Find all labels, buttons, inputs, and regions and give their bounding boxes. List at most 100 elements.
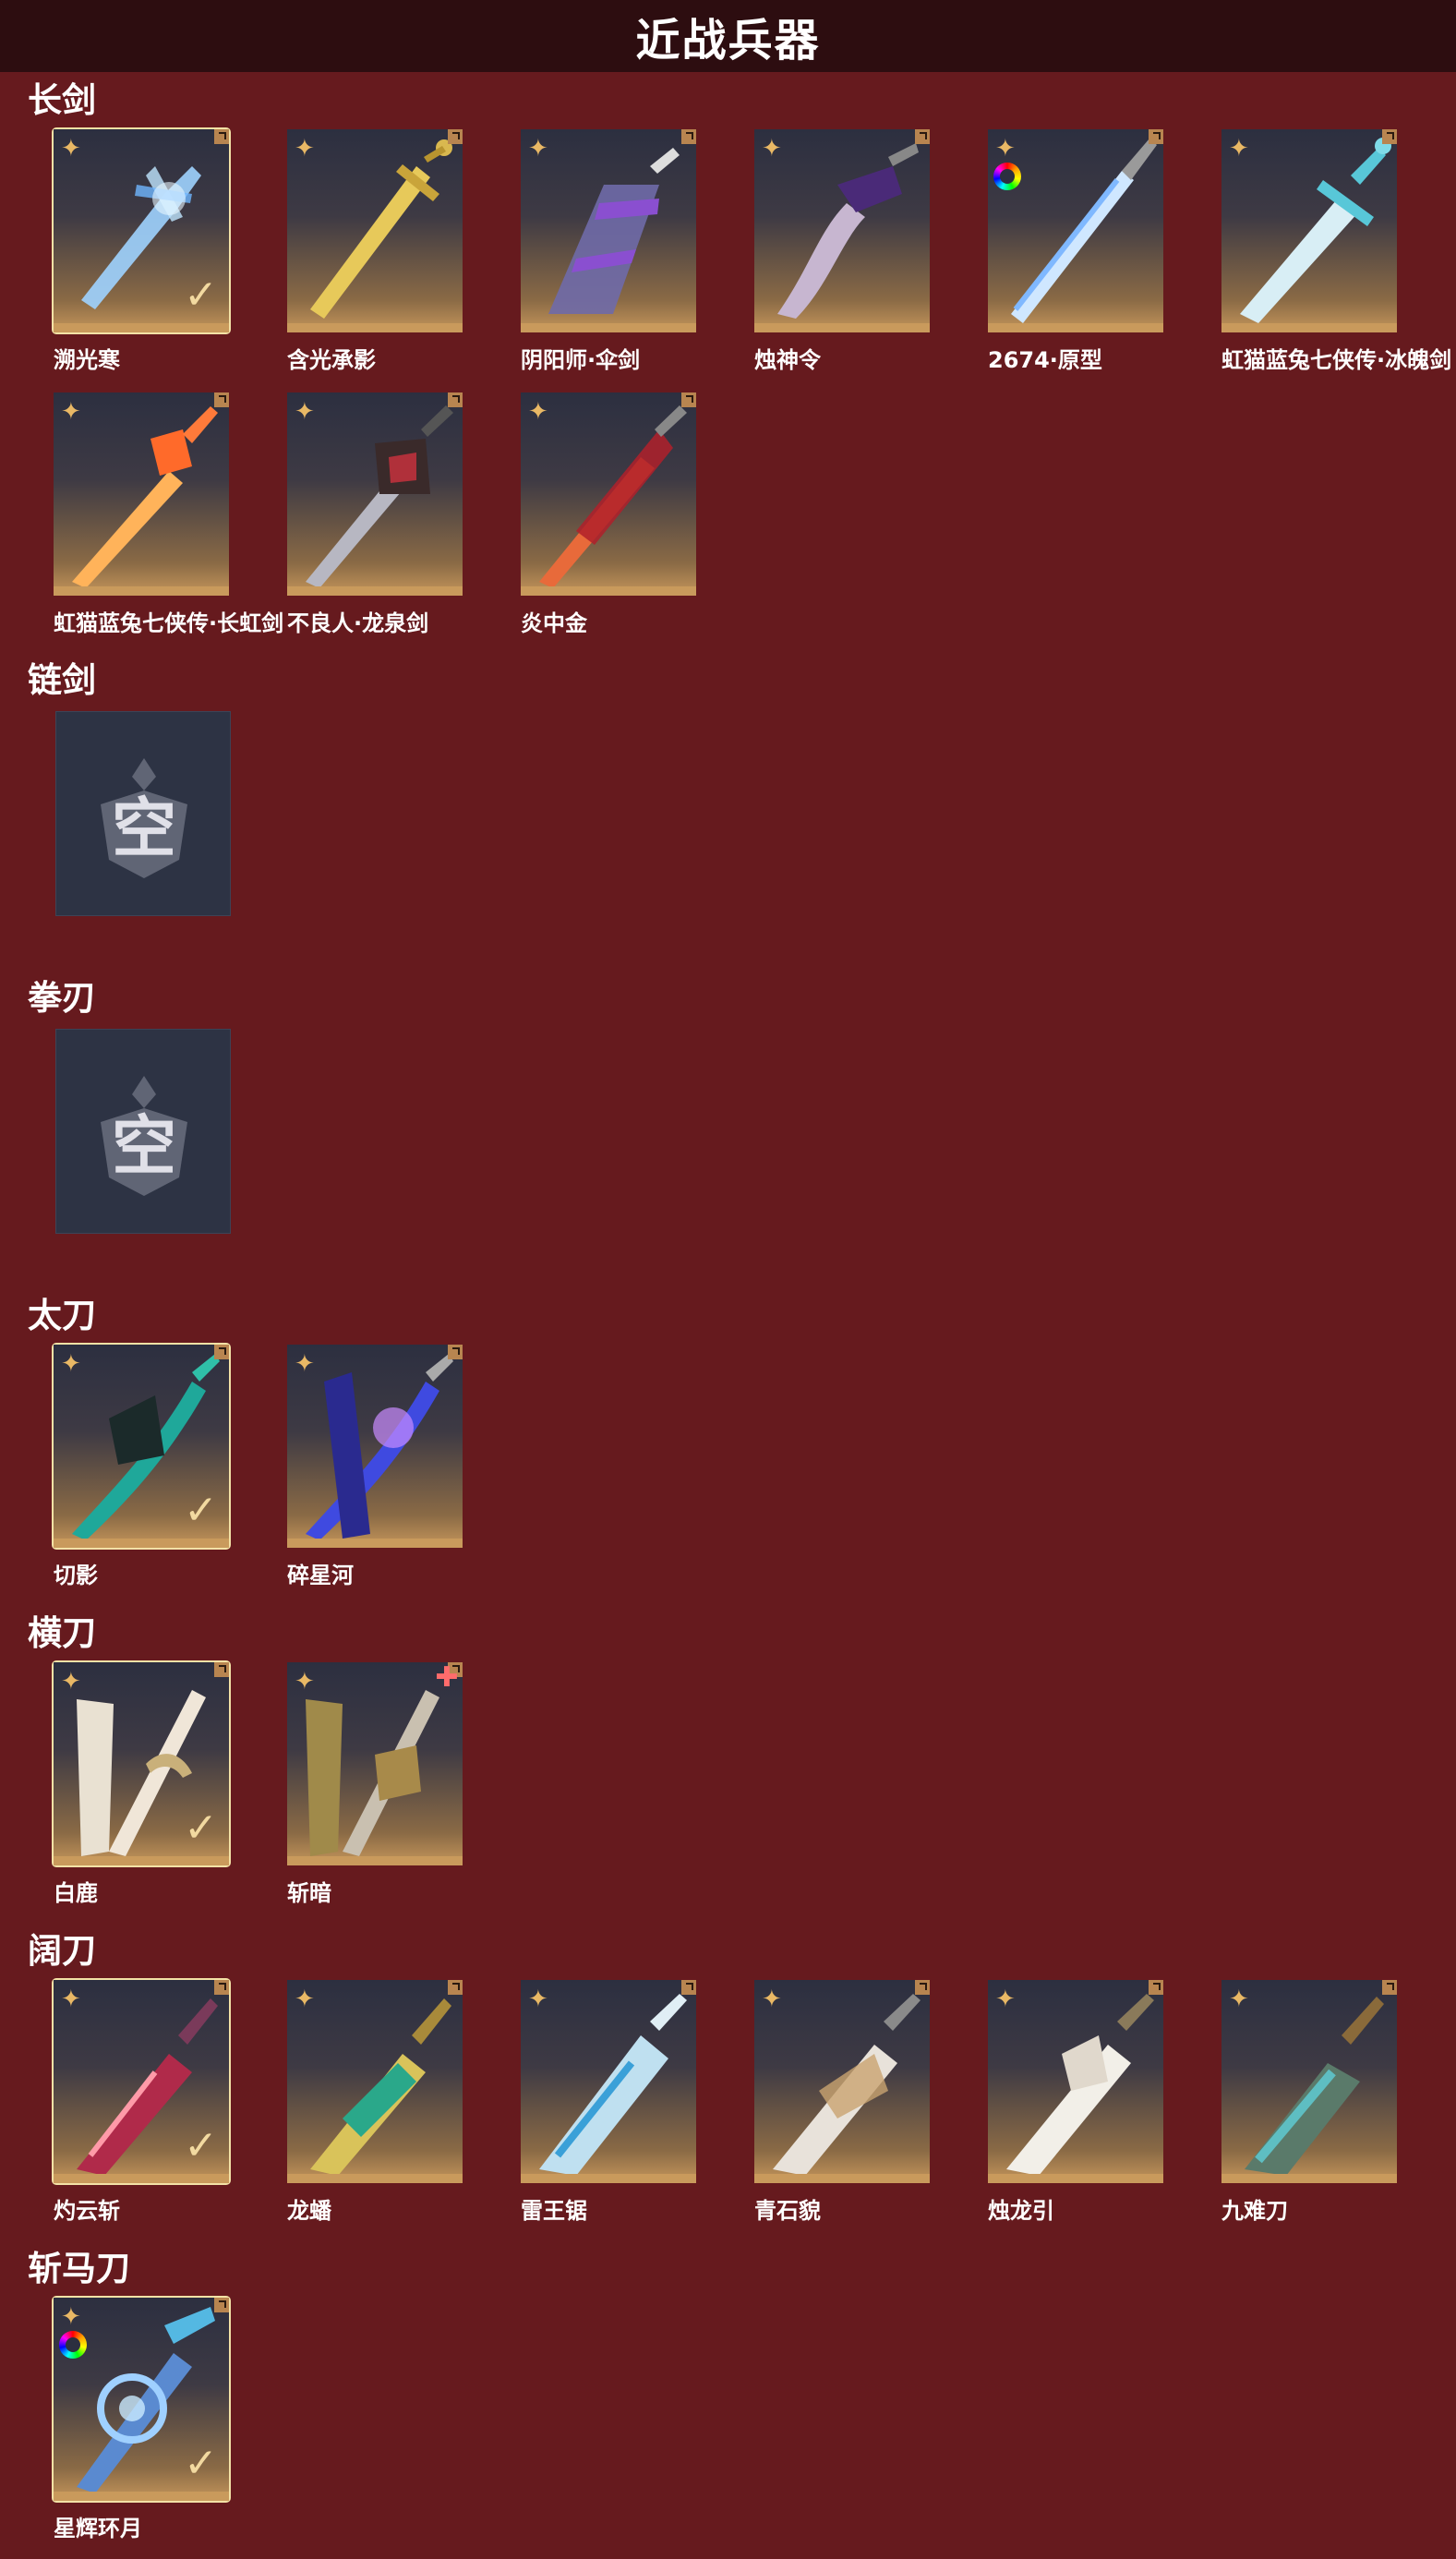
weapon-name: 九难刀 bbox=[1221, 2198, 1288, 2224]
weapon-card-qieying[interactable]: ✦ ✓ 切影 bbox=[52, 1343, 231, 1588]
equipped-check-icon: ✓ bbox=[184, 2440, 218, 2487]
corner-mark-icon bbox=[915, 1980, 930, 1995]
weapon-card-bailu[interactable]: ✦ ✓ 白鹿 bbox=[52, 1660, 231, 1906]
weapon-card-suixinghe[interactable]: ✦ 碎星河 bbox=[287, 1345, 463, 1588]
star-icon: ✦ bbox=[762, 1986, 782, 2013]
corner-mark-icon bbox=[448, 392, 463, 407]
star-icon: ✦ bbox=[295, 1986, 315, 2013]
corner-mark-icon bbox=[448, 1345, 463, 1359]
weapon-name: 烛神令 bbox=[754, 347, 821, 373]
star-icon: ✦ bbox=[61, 1668, 81, 1696]
empty-slot-fist-blade[interactable]: 空 bbox=[55, 1029, 231, 1234]
star-icon: ✦ bbox=[61, 135, 81, 163]
section-title-broad-blade: 阔刀 bbox=[28, 1931, 96, 1971]
star-icon: ✦ bbox=[295, 398, 315, 426]
corner-mark-icon bbox=[214, 392, 229, 407]
weapon-card-zhanan[interactable]: ✦ ✚ 斩暗 bbox=[287, 1661, 463, 1906]
corner-mark-icon bbox=[448, 129, 463, 144]
equipped-check-icon: ✓ bbox=[184, 1805, 218, 1852]
corner-mark-icon bbox=[214, 1345, 229, 1359]
weapon-card-yanzhongjin[interactable]: ✦ 炎中金 bbox=[521, 392, 696, 636]
corner-mark-icon bbox=[214, 129, 229, 144]
corner-mark-icon bbox=[1149, 129, 1163, 144]
star-icon: ✦ bbox=[1229, 1986, 1249, 2013]
weapon-name: 虹猫蓝兔七侠传·冰魄剑 bbox=[1221, 347, 1452, 373]
weapon-name: 灼云斩 bbox=[54, 2198, 120, 2224]
star-icon: ✦ bbox=[61, 1986, 81, 2013]
star-icon: ✦ bbox=[995, 1986, 1016, 2013]
weapon-card-zhushenling[interactable]: ✦ 烛神令 bbox=[754, 129, 930, 373]
page-title: 近战兵器 bbox=[635, 15, 821, 66]
weapon-card-qingshimao[interactable]: ✦ 青石貌 bbox=[754, 1980, 930, 2224]
weapon-card-onmyoji-umbrella[interactable]: ✦ 阴阳师·伞剑 bbox=[521, 129, 696, 373]
weapon-card-suguanghan[interactable]: ✦ ✓ 溯光寒 bbox=[52, 127, 231, 373]
star-icon: ✦ bbox=[61, 398, 81, 426]
weapon-name: 碎星河 bbox=[287, 1563, 354, 1588]
star-icon: ✦ bbox=[1229, 135, 1249, 163]
rainbow-ring-icon bbox=[59, 2331, 87, 2359]
section-title-long-sword: 长剑 bbox=[28, 80, 96, 120]
section-title-horse-blade: 斩马刀 bbox=[28, 2249, 130, 2288]
weapon-name: 烛龙引 bbox=[988, 2198, 1054, 2224]
weapon-name: 白鹿 bbox=[54, 1880, 98, 1906]
star-icon: ✦ bbox=[295, 1668, 315, 1696]
weapon-card-2674[interactable]: ✦ 2674·原型 bbox=[988, 129, 1163, 373]
star-icon: ✦ bbox=[762, 135, 782, 163]
star-icon: ✦ bbox=[528, 1986, 548, 2013]
weapon-card-longpan[interactable]: ✦ 龙蟠 bbox=[287, 1980, 463, 2224]
weapon-name: 阴阳师·伞剑 bbox=[521, 347, 641, 373]
corner-mark-icon bbox=[214, 2298, 229, 2312]
weapon-card-changhongjian[interactable]: ✦ 虹猫蓝兔七侠传·长虹剑 bbox=[54, 392, 283, 636]
weapon-name: 不良人·龙泉剑 bbox=[287, 610, 429, 636]
weapon-card-jiunandao[interactable]: ✦ 九难刀 bbox=[1221, 1980, 1397, 2224]
corner-mark-icon bbox=[1382, 1980, 1397, 1995]
corner-mark-icon bbox=[214, 1980, 229, 1995]
red-plus-icon: ✚ bbox=[435, 1661, 459, 1694]
equipped-check-icon: ✓ bbox=[184, 2122, 218, 2169]
equipped-check-icon: ✓ bbox=[184, 272, 218, 319]
empty-label: 空 bbox=[112, 791, 176, 866]
section-title-fist-blade: 拳刃 bbox=[28, 978, 96, 1018]
corner-mark-icon bbox=[214, 1662, 229, 1677]
weapon-name: 切影 bbox=[54, 1563, 98, 1588]
weapon-name: 2674·原型 bbox=[988, 347, 1102, 373]
section-title-horizontal-blade: 横刀 bbox=[28, 1613, 96, 1653]
section-title-chain-sword: 链剑 bbox=[28, 660, 96, 700]
corner-mark-icon bbox=[681, 129, 696, 144]
corner-mark-icon bbox=[448, 1980, 463, 1995]
star-icon: ✦ bbox=[528, 135, 548, 163]
weapon-card-zhulongyin[interactable]: ✦ 烛龙引 bbox=[988, 1980, 1163, 2224]
star-icon: ✦ bbox=[61, 1350, 81, 1378]
weapon-card-xinghuihuanyue[interactable]: ✦ ✓ 星辉环月 bbox=[52, 2296, 231, 2541]
weapon-card-leiwangju[interactable]: ✦ 雷王锯 bbox=[521, 1980, 696, 2224]
weapon-name: 虹猫蓝兔七侠传·长虹剑 bbox=[54, 610, 284, 636]
star-icon: ✦ bbox=[295, 135, 315, 163]
corner-mark-icon bbox=[915, 129, 930, 144]
corner-mark-icon bbox=[681, 1980, 696, 1995]
weapon-name: 雷王锯 bbox=[521, 2198, 587, 2224]
star-icon: ✦ bbox=[528, 398, 548, 426]
weapon-name: 含光承影 bbox=[287, 347, 376, 373]
weapon-name: 斩暗 bbox=[287, 1880, 331, 1906]
empty-slot-chain-sword[interactable]: 空 bbox=[55, 711, 231, 916]
star-icon: ✦ bbox=[295, 1350, 315, 1378]
weapon-card-zhuoyunzhan[interactable]: ✦ ✓ 灼云斩 bbox=[52, 1978, 231, 2224]
section-title-tachi: 太刀 bbox=[28, 1296, 96, 1335]
weapon-name: 青石貌 bbox=[754, 2198, 821, 2224]
weapon-card-hanguangchengying[interactable]: ✦ 含光承影 bbox=[287, 129, 463, 373]
corner-mark-icon bbox=[1382, 129, 1397, 144]
equipped-check-icon: ✓ bbox=[184, 1487, 218, 1534]
page-header: 近战兵器 bbox=[0, 0, 1456, 72]
empty-label: 空 bbox=[112, 1108, 176, 1184]
weapon-card-bingpojian[interactable]: ✦ 虹猫蓝兔七侠传·冰魄剑 bbox=[1221, 129, 1451, 373]
star-icon: ✦ bbox=[995, 135, 1016, 163]
weapon-name: 溯光寒 bbox=[54, 347, 120, 373]
weapon-name: 龙蟠 bbox=[287, 2198, 331, 2224]
corner-mark-icon bbox=[681, 392, 696, 407]
weapon-card-longquanjian[interactable]: ✦ 不良人·龙泉剑 bbox=[287, 392, 463, 636]
corner-mark-icon bbox=[1149, 1980, 1163, 1995]
weapon-name: 炎中金 bbox=[521, 610, 587, 636]
rainbow-ring-icon bbox=[993, 163, 1021, 190]
star-icon: ✦ bbox=[61, 2303, 81, 2331]
weapon-name: 星辉环月 bbox=[54, 2516, 142, 2541]
